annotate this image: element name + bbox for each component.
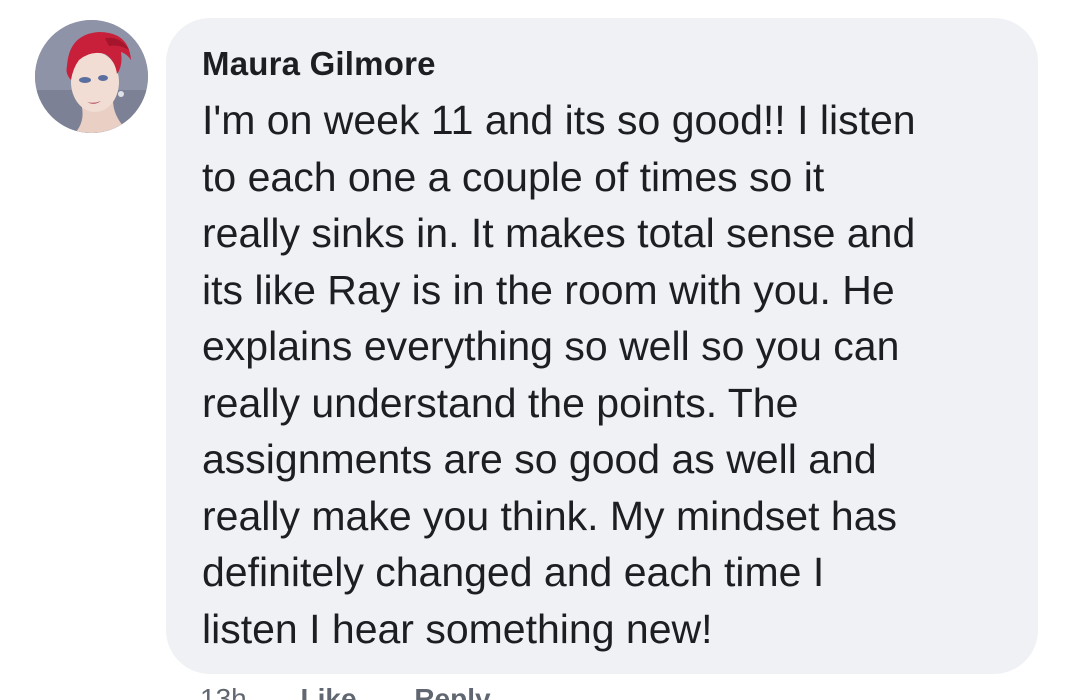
comment-line: definitely changed and each time I [202,549,825,595]
comment-line: assignments are so good as well and [202,436,877,482]
comment-line: really sinks in. It makes total sense an… [202,210,916,256]
comment-line: its like Ray is in the room with you. He [202,266,895,313]
comment-line: really make you think. My mindset has [202,492,897,539]
profile-photo-icon [35,20,148,133]
comment-text: I'm on week 11 and its so good!! I liste… [202,92,1012,657]
comment-line: listen I hear something new! [202,605,713,652]
reply-button[interactable]: Reply [414,682,490,700]
avatar[interactable] [35,20,148,133]
comment-bubble: Maura Gilmore I'm on week 11 and its so … [166,18,1038,674]
comment-line: explains everything so well so you can [202,323,900,369]
timestamp[interactable]: 13h [200,682,247,700]
comment-line: I'm on week 11 and its so good!! I liste… [202,97,916,143]
comment: Maura Gilmore I'm on week 11 and its so … [0,0,1073,700]
comment-line: really understand the points. The [202,379,799,426]
like-button[interactable]: Like [301,682,357,700]
author-name[interactable]: Maura Gilmore [202,44,1012,84]
comment-actions: 13h Like Reply [200,682,491,700]
comment-line: to each one a couple of times so it [202,153,825,200]
